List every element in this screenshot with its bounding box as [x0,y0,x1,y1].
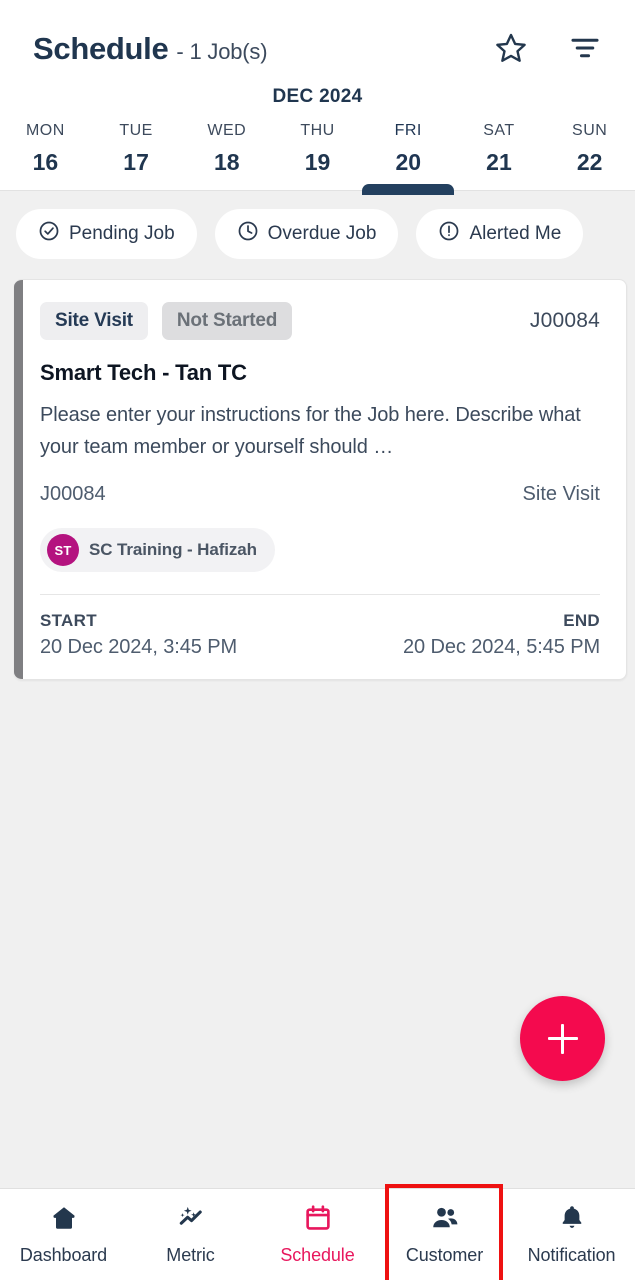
home-icon [49,1203,79,1236]
day-name: THU [300,122,335,139]
page-title-subtitle: - 1 Job(s) [176,39,268,64]
nav-item-label: Dashboard [19,1245,108,1265]
page-title: Schedule - 1 Job(s) [33,31,268,67]
job-end-block: END 20 Dec 2024, 5:45 PM [403,611,600,659]
nav-item-dashboard[interactable]: Dashboard [0,1189,127,1280]
people-icon [430,1203,460,1236]
day-name: TUE [119,122,153,139]
assignee-chip[interactable]: ST SC Training - Hafizah [40,528,275,573]
avatar: ST [47,534,79,567]
job-status-badge: Not Started [161,302,293,340]
nav-item-schedule[interactable]: Schedule [254,1189,381,1280]
nav-item-notification[interactable]: Notification [508,1189,635,1280]
header-top-row: Schedule - 1 Job(s) [0,0,635,80]
job-list: Site Visit Not Started J00084 Smart Tech… [0,279,635,1188]
calendar-icon [303,1203,333,1236]
job-type-badge: Site Visit [40,302,148,340]
header-actions [493,31,609,67]
job-meta-type: Site Visit [522,483,600,506]
clock-icon [237,220,259,248]
day-number: 21 [486,149,512,175]
job-card[interactable]: Site Visit Not Started J00084 Smart Tech… [14,279,627,681]
bell-icon [557,1203,587,1236]
week-day-selector: MON 16 TUE 17 WED 18 THU 19 FRI 20 SAT 2… [0,112,635,195]
job-meta-row: J00084 Site Visit [40,483,600,506]
nav-item-metric[interactable]: Metric [127,1189,254,1280]
job-card-divider [40,594,600,596]
day-name: WED [207,122,247,139]
job-card-header-row: Site Visit Not Started J00084 [40,302,600,340]
day-number: 16 [32,149,59,175]
exclamation-circle-icon [438,220,460,248]
nav-item-label: Notification [527,1245,616,1265]
assignee-name: SC Training - Hafizah [89,540,257,560]
day-cell-fri[interactable]: FRI 20 [362,122,455,195]
job-title: Smart Tech - Tan TC [40,360,247,385]
nav-item-label: Customer [405,1245,484,1265]
day-cell-thu[interactable]: THU 19 [272,122,363,190]
page-title-main: Schedule [33,31,169,66]
job-start-label: START [40,611,97,631]
favorite-star-button[interactable] [493,31,529,67]
day-cell-tue[interactable]: TUE 17 [91,122,182,190]
job-card-status-stripe [14,280,23,680]
day-name: SUN [572,122,608,139]
check-circle-icon [38,220,60,248]
filter-lines-icon [568,31,602,68]
filter-chip-label: Alerted Me [469,223,562,244]
filter-chip-alerted-me[interactable]: Alerted Me [416,209,584,259]
day-name: MON [25,122,65,139]
bottom-navigation: Dashboard Metric Schedule Customer Notif… [0,1184,635,1280]
day-number: 20 [395,149,422,175]
day-name: SAT [483,122,515,139]
filter-chip-pending-job[interactable]: Pending Job [16,209,197,259]
nav-item-label: Schedule [280,1245,355,1265]
star-outline-icon [494,31,528,68]
day-cell-mon[interactable]: MON 16 [0,122,91,190]
day-number: 19 [304,149,331,175]
day-cell-sat[interactable]: SAT 21 [454,122,545,190]
sparkle-chart-icon [176,1203,206,1236]
job-end-label: END [563,611,600,631]
filter-chip-label: Pending Job [69,223,175,244]
filter-button[interactable] [567,31,603,67]
nav-item-label: Metric [166,1245,215,1265]
app-screen: Schedule - 1 Job(s) DEC 2024 MON 16 TUE … [0,0,635,1280]
job-description: Please enter your instructions for the J… [40,404,581,458]
filter-chip-overdue-job[interactable]: Overdue Job [214,209,399,259]
job-id-top: J00084 [529,309,600,332]
app-header: Schedule - 1 Job(s) DEC 2024 MON 16 TUE … [0,0,635,195]
day-number: 18 [214,149,240,175]
job-time-row: START 20 Dec 2024, 3:45 PM END 20 Dec 20… [40,611,600,659]
job-start-block: START 20 Dec 2024, 3:45 PM [40,611,237,659]
add-job-fab[interactable] [520,996,605,1081]
filter-chips-row: Pending Job Overdue Job Alerted Me [0,191,635,279]
job-end-value: 20 Dec 2024, 5:45 PM [402,636,600,659]
day-selected-indicator [362,184,455,195]
day-number: 17 [123,149,149,175]
day-name: FRI [394,122,422,139]
job-meta-id: J00084 [40,483,106,506]
day-cell-sun[interactable]: SUN 22 [544,122,635,190]
month-label: DEC 2024 [272,86,363,107]
nav-item-customer[interactable]: Customer [381,1184,508,1280]
job-start-value: 20 Dec 2024, 3:45 PM [40,636,238,659]
day-cell-wed[interactable]: WED 18 [181,122,272,190]
day-number: 22 [576,149,603,175]
filter-chip-label: Overdue Job [267,223,377,244]
